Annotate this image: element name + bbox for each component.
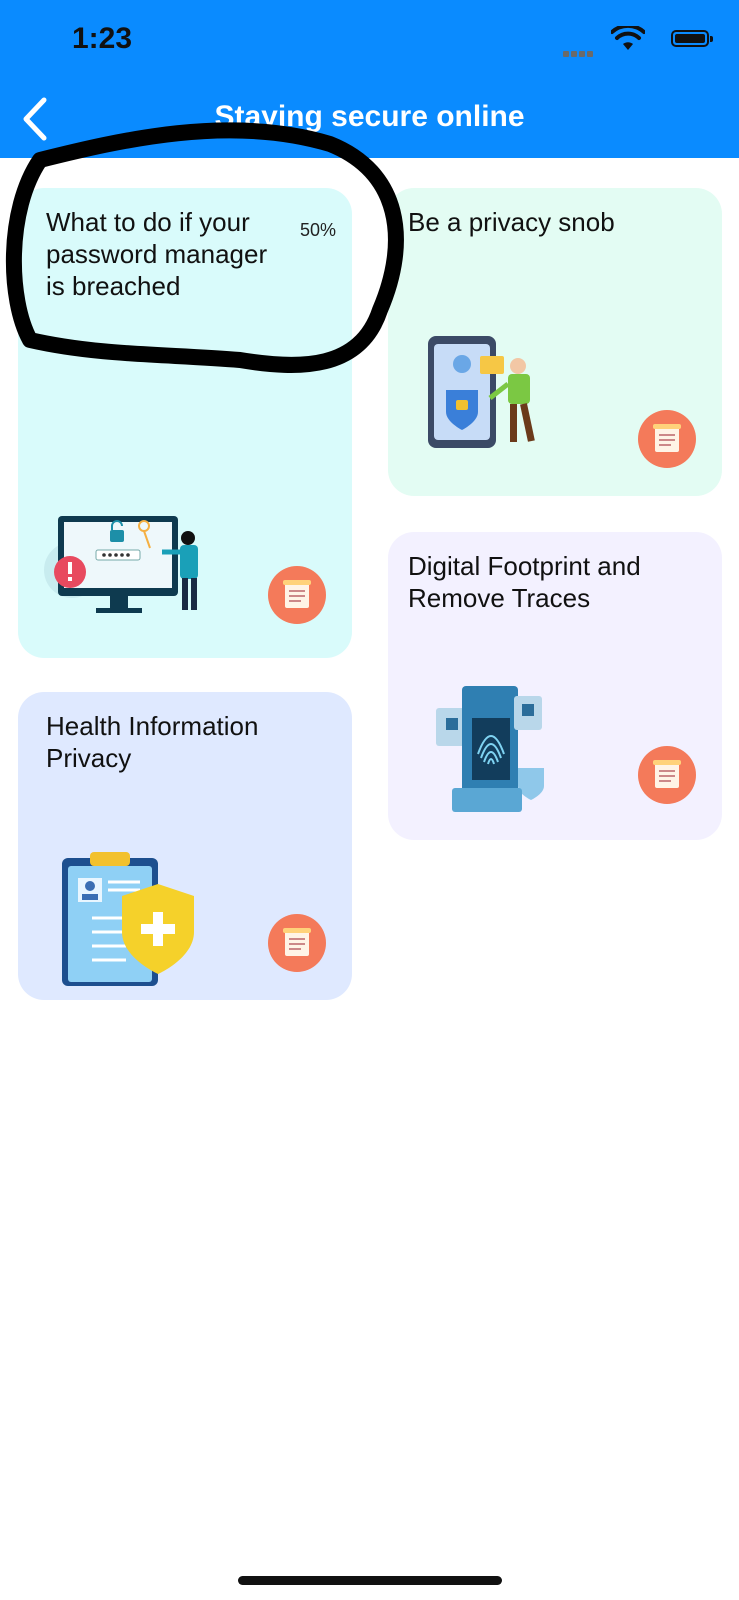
read-article-button[interactable] [638, 746, 696, 804]
card-health-information-privacy[interactable]: Health Information Privacy [18, 692, 352, 1000]
card-title: Be a privacy snob [408, 207, 615, 237]
card-title: Health Information Privacy [46, 711, 259, 773]
status-indicators [549, 26, 713, 57]
card-title: Digital Footprint and Remove Traces [408, 551, 641, 613]
status-time: 1:23 [72, 22, 133, 55]
wifi-icon [611, 26, 645, 50]
document-icon [283, 928, 311, 956]
app-header: 1:23 Staying secure online [0, 0, 739, 158]
clipboard-shield-illustration [62, 852, 194, 986]
signal-icon [563, 44, 599, 57]
card-password-manager-breached[interactable]: What to do if your password manager is b… [18, 188, 352, 658]
card-title: What to do if your password manager is b… [46, 207, 268, 301]
read-article-button[interactable] [268, 914, 326, 972]
home-indicator [238, 1576, 502, 1585]
page-title: Staying secure online [214, 100, 525, 133]
document-icon [653, 760, 681, 788]
read-article-button[interactable] [268, 566, 326, 624]
card-digital-footprint[interactable]: Digital Footprint and Remove Traces [388, 532, 722, 840]
read-article-button[interactable] [638, 410, 696, 468]
phone-privacy-illustration [428, 336, 535, 448]
progress-label: 50% [299, 220, 336, 240]
computer-hacker-illustration [44, 516, 198, 613]
document-icon [653, 424, 681, 452]
fingerprint-scanner-illustration [436, 686, 544, 812]
card-privacy-snob[interactable]: Be a privacy snob [388, 188, 722, 496]
battery-icon [671, 30, 713, 47]
document-icon [283, 580, 311, 608]
